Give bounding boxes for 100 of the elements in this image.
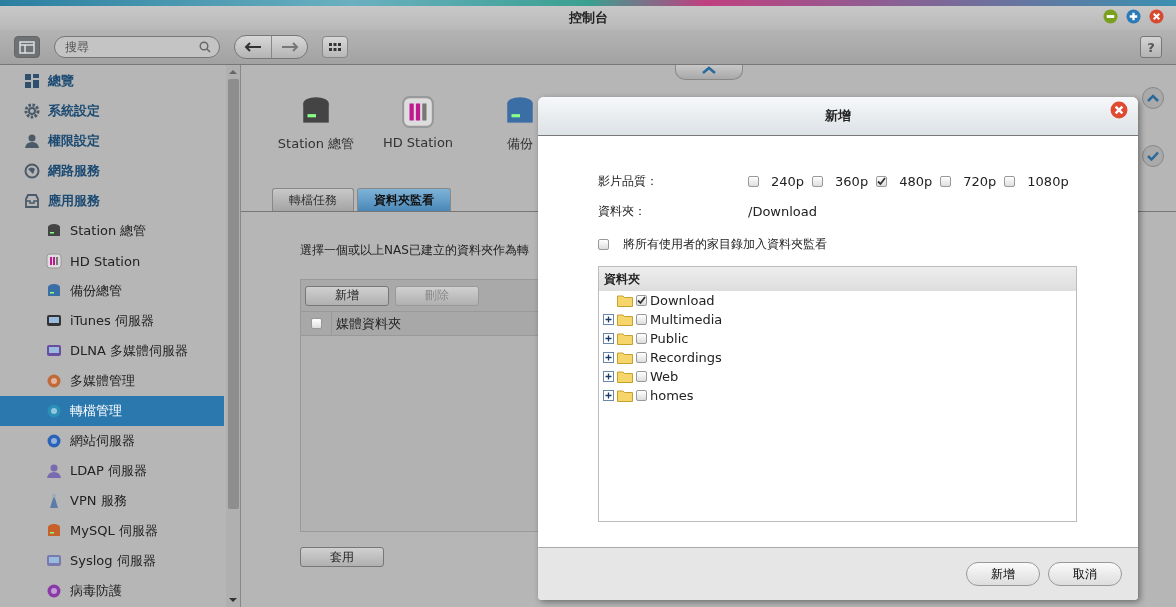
checkbox[interactable] — [940, 175, 952, 187]
checkbox[interactable] — [636, 314, 647, 325]
toolbar-button[interactable]: 新增 — [305, 285, 389, 306]
disk-icon — [46, 283, 62, 299]
apps-button[interactable] — [322, 36, 348, 58]
maximize-icon[interactable] — [1126, 9, 1141, 24]
column-header: 媒體資料夾 — [335, 314, 401, 333]
layout-icon — [19, 40, 35, 54]
sidebar-item[interactable]: 總覽 — [0, 66, 224, 96]
search-field[interactable]: 搜尋 — [54, 36, 220, 58]
description-text: 選擇一個或以上NAS已建立的資料夾作為轉 — [300, 242, 529, 259]
field-label: 影片品質： — [598, 172, 659, 190]
sidebar-item[interactable]: LDAP 伺服器 — [0, 456, 224, 486]
sidebar-item[interactable]: DLNA 多媒體伺服器 — [0, 336, 224, 366]
close-icon[interactable] — [1149, 9, 1164, 24]
expand-icon[interactable] — [603, 314, 614, 325]
confirm-button[interactable] — [1142, 145, 1164, 167]
option-label: 480p — [899, 173, 933, 189]
checkbox[interactable] — [636, 333, 647, 344]
tab[interactable]: 資料夾監看 — [357, 188, 451, 211]
close-icon[interactable] — [1110, 101, 1128, 119]
option-label: 360p — [835, 173, 869, 189]
sidebar-item[interactable]: 轉檔管理 — [0, 396, 224, 426]
tree-item[interactable]: Public — [650, 331, 689, 346]
checkbox[interactable] — [748, 175, 759, 187]
expand-icon[interactable] — [603, 371, 614, 382]
folder-icon — [617, 313, 633, 326]
sidebar-item[interactable]: Syslog 伺服器 — [0, 546, 224, 576]
folder-path: /Download — [748, 203, 817, 219]
sidebar-item[interactable]: 權限設定 — [0, 126, 224, 156]
check-icon — [1147, 151, 1159, 161]
sidebar-item[interactable]: 備份總管 — [0, 276, 224, 306]
drive-icon — [46, 223, 62, 239]
sidebar-item[interactable]: 病毒防護 — [0, 576, 224, 606]
globe-icon — [24, 163, 40, 179]
window-title: 控制台 — [568, 9, 608, 27]
database-icon — [46, 523, 62, 539]
tab[interactable]: 轉檔任務 — [272, 188, 354, 211]
grid-icon — [24, 73, 40, 89]
collapse-button[interactable] — [675, 65, 743, 80]
folder-icon — [617, 294, 633, 307]
sidebar-item[interactable]: 應用服務 — [0, 186, 224, 216]
checkbox[interactable] — [812, 175, 824, 187]
field-label: 資料夾： — [598, 202, 647, 220]
sidebar-item[interactable]: 系統設定 — [0, 96, 224, 126]
checkbox[interactable] — [598, 238, 609, 250]
sidebar-item[interactable]: 網站伺服器 — [0, 426, 224, 456]
expand-icon[interactable] — [603, 390, 614, 401]
sidebar-item[interactable]: VPN 服務 — [0, 486, 224, 516]
apply-button[interactable]: 套用 — [300, 547, 384, 567]
select-all-checkbox[interactable] — [310, 318, 322, 329]
minimize-icon[interactable] — [1103, 9, 1118, 24]
search-icon — [199, 41, 211, 53]
checkbox[interactable] — [636, 352, 647, 363]
person-icon — [24, 133, 40, 149]
up-button[interactable] — [1142, 87, 1164, 109]
sidebar-item[interactable]: Station 總管 — [0, 216, 224, 246]
sidebar-item[interactable]: MySQL 伺服器 — [0, 516, 224, 546]
dots-grid-icon — [329, 43, 341, 51]
chevron-up-icon — [701, 65, 717, 75]
sidebar-item[interactable]: HD Station — [0, 246, 224, 276]
help-button[interactable]: ? — [1140, 36, 1162, 58]
chevron-up-icon — [1147, 94, 1159, 102]
tray-icon — [24, 193, 40, 209]
sidebar-item[interactable]: 多媒體管理 — [0, 366, 224, 396]
sidebar-item[interactable]: 網路服務 — [0, 156, 224, 186]
expand-icon[interactable] — [603, 333, 614, 344]
sidebar-toggle-button[interactable] — [14, 36, 40, 58]
person-icon — [46, 463, 62, 479]
tree-item[interactable]: homes — [650, 388, 694, 403]
app-label[interactable]: 備份 — [507, 135, 533, 153]
checkbox[interactable] — [636, 390, 647, 401]
search-input[interactable]: 搜尋 — [63, 39, 199, 55]
dialog-title: 新增 — [825, 107, 851, 125]
folder-icon — [617, 370, 633, 383]
checkbox[interactable] — [876, 175, 888, 187]
monitor-icon — [46, 343, 62, 359]
scrollbar[interactable] — [226, 65, 240, 607]
gear-icon — [24, 103, 40, 119]
monitor-icon — [46, 313, 62, 329]
tree-item[interactable]: Recordings — [650, 350, 722, 365]
dialog-button[interactable]: 新增 — [966, 562, 1040, 586]
expand-icon[interactable] — [603, 352, 614, 363]
option-label: 將所有使用者的家目錄加入資料夾監看 — [623, 235, 827, 253]
tile-icon — [46, 253, 62, 269]
folder-icon — [617, 332, 633, 345]
tile-icon — [401, 95, 435, 129]
app-label[interactable]: HD Station — [382, 135, 454, 150]
checkbox[interactable] — [1004, 175, 1016, 187]
option-label: 1080p — [1027, 173, 1069, 189]
folder-icon — [617, 351, 633, 364]
tree-item[interactable]: Web — [650, 369, 679, 384]
back-arrow-icon — [244, 42, 262, 52]
checkbox[interactable] — [636, 371, 647, 382]
dialog-button[interactable]: 取消 — [1048, 562, 1122, 586]
app-label[interactable]: Station 總管 — [277, 135, 355, 153]
tree-item[interactable]: Download — [650, 293, 715, 308]
checkbox[interactable] — [636, 295, 647, 306]
sidebar-item[interactable]: iTunes 伺服器 — [0, 306, 224, 336]
tree-item[interactable]: Multimedia — [650, 312, 723, 327]
